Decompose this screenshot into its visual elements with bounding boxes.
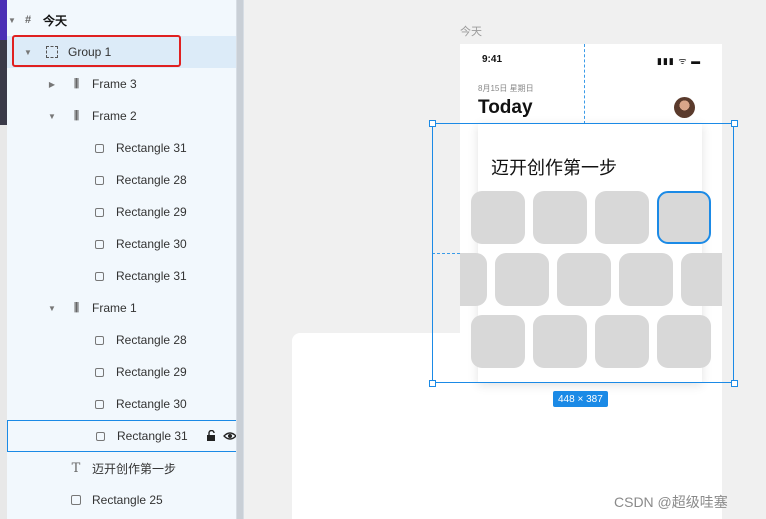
unlock-icon[interactable]	[206, 430, 217, 442]
size-badge: 448 × 387	[553, 391, 608, 407]
layer-rect-row[interactable]: Rectangle 28	[7, 324, 236, 356]
layer-label: Rectangle 31	[117, 429, 188, 443]
layer-label: Rectangle 29	[116, 365, 187, 379]
caret-right-icon[interactable]: ▶	[47, 80, 57, 89]
rectangle-icon	[95, 239, 104, 249]
layer-frame3-row[interactable]: ▶ ⫼ Frame 3	[7, 68, 236, 100]
layer-label: Rectangle 25	[92, 493, 163, 507]
layer-page-row[interactable]: ▼ # 今天	[7, 4, 236, 36]
text-icon: T	[71, 460, 81, 476]
layer-label: Frame 1	[92, 301, 137, 315]
rectangle-icon	[95, 367, 104, 377]
layer-rect-row[interactable]: Rectangle 31	[7, 132, 236, 164]
layer-label: Rectangle 30	[116, 237, 187, 251]
resize-handle-top-right[interactable]	[731, 120, 738, 127]
caret-down-icon[interactable]: ▼	[47, 304, 57, 313]
layer-rect-row[interactable]: Rectangle 25	[7, 484, 236, 516]
selection-bounding-box[interactable]	[432, 123, 734, 383]
heading-today: Today	[478, 97, 533, 118]
layer-frame1-row[interactable]: ▼ ⫼ Frame 1	[7, 292, 236, 324]
status-time: 9:41	[482, 54, 503, 65]
layer-rect-row[interactable]: Rectangle 31	[7, 260, 236, 292]
layer-label: Rectangle 30	[116, 397, 187, 411]
layer-text-row[interactable]: T 迈开创作第一步	[7, 452, 236, 484]
layers-panel: ▼ # 今天 ▼ Group 1 ▶ ⫼ Frame 3 ▼ ⫼ Frame 2…	[7, 0, 244, 519]
caret-down-icon[interactable]: ▼	[7, 16, 17, 25]
left-edge-accent	[0, 0, 7, 40]
layer-label: Rectangle 31	[116, 269, 187, 283]
rectangle-icon	[71, 495, 81, 505]
watermark: CSDN @超级哇塞	[614, 494, 728, 510]
rectangle-icon	[95, 271, 104, 281]
guide-line-vertical	[584, 44, 585, 124]
layer-rect-row[interactable]: Rectangle 30	[7, 228, 236, 260]
layer-label: Frame 3	[92, 77, 137, 91]
status-icons: ▮▮▮ ᯤ ▬	[657, 56, 702, 66]
layers-scrollbar[interactable]	[236, 0, 244, 519]
layer-rect-row[interactable]: Rectangle 29	[7, 356, 236, 388]
date-label: 8月15日 星期日	[478, 84, 534, 93]
frame-hash-icon: #	[24, 14, 32, 26]
layer-rect-row[interactable]: Rectangle 28	[7, 164, 236, 196]
layer-rect-row[interactable]: Rectangle 30	[7, 388, 236, 420]
layer-frame2-row[interactable]: ▼ ⫼ Frame 2	[7, 100, 236, 132]
frame-title[interactable]: 今天	[460, 23, 482, 39]
layer-label: Rectangle 28	[116, 333, 187, 347]
layer-label: Rectangle 31	[116, 141, 187, 155]
scrollbar-thumb[interactable]	[237, 0, 243, 519]
layer-label: Rectangle 28	[116, 173, 187, 187]
layer-label: Rectangle 29	[116, 205, 187, 219]
auto-layout-icon: ⫼	[73, 301, 79, 314]
rectangle-icon	[95, 207, 104, 217]
rectangle-icon	[95, 143, 104, 153]
resize-handle-bottom-left[interactable]	[429, 380, 436, 387]
annotation-highlight-box	[12, 35, 181, 67]
resize-handle-top-left[interactable]	[429, 120, 436, 127]
resize-handle-bottom-right[interactable]	[731, 380, 738, 387]
caret-down-icon[interactable]: ▼	[47, 112, 57, 121]
layer-label: 今天	[43, 13, 68, 28]
layer-rect-row[interactable]: Rectangle 29	[7, 196, 236, 228]
layer-label: Frame 2	[92, 109, 137, 123]
auto-layout-icon: ⫼	[73, 109, 79, 122]
left-edge-strip	[0, 0, 7, 519]
rectangle-icon	[95, 399, 104, 409]
rectangle-icon	[95, 175, 104, 185]
layer-label: 迈开创作第一步	[92, 461, 177, 476]
rectangle-icon	[96, 431, 105, 441]
layer-rect-row-hovered[interactable]: Rectangle 31	[7, 420, 244, 452]
auto-layout-icon: ⫼	[73, 77, 79, 90]
avatar	[674, 97, 695, 118]
layer-actions	[206, 430, 237, 442]
eye-icon[interactable]	[223, 431, 237, 441]
rectangle-icon	[95, 335, 104, 345]
